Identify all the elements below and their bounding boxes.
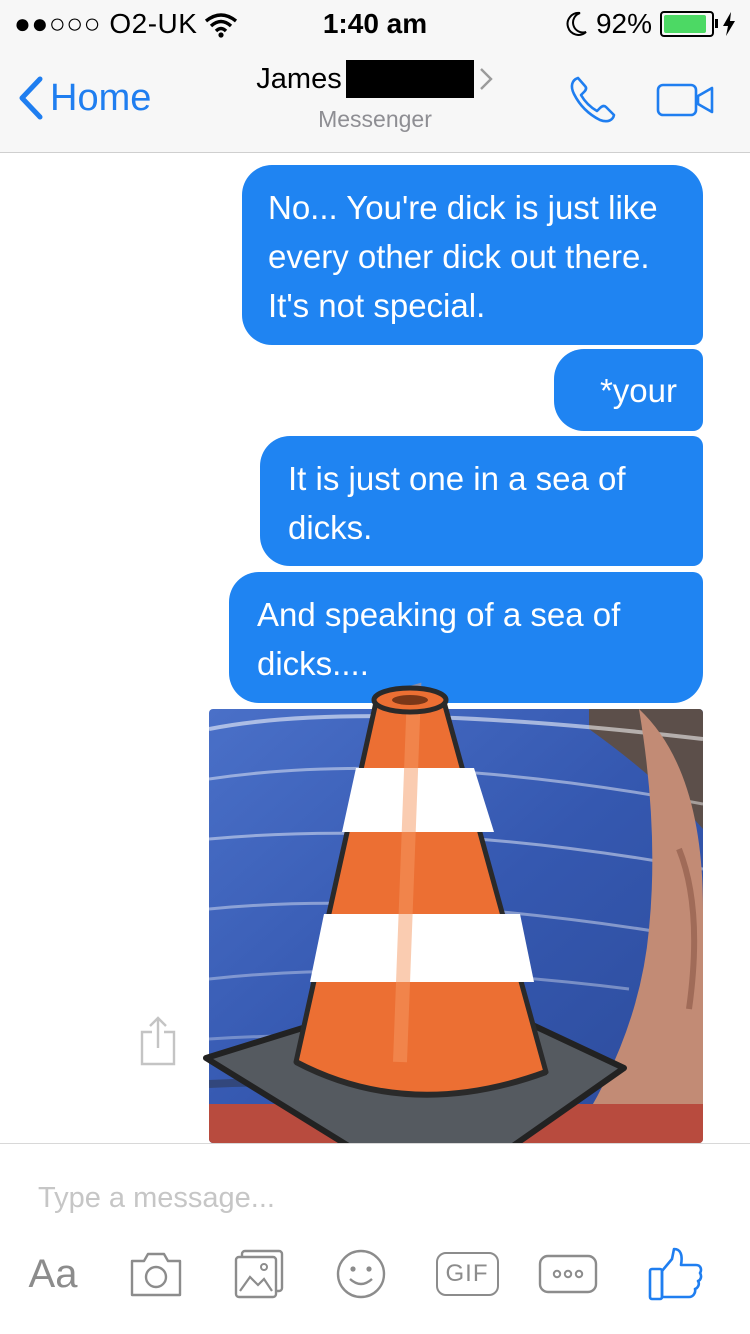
message-bubble[interactable]: *your [554, 349, 703, 431]
phone-icon[interactable] [566, 74, 618, 126]
message-composer: Type a message... Aa GIF [0, 1143, 750, 1334]
share-icon[interactable] [138, 1014, 178, 1066]
message-input[interactable]: Type a message... [38, 1182, 275, 1215]
contact-name: James [256, 62, 342, 95]
gif-button[interactable]: GIF [434, 1244, 500, 1304]
battery-level [664, 15, 706, 33]
conversation-title[interactable]: James Messenger [0, 60, 750, 133]
video-camera-icon[interactable] [656, 80, 716, 120]
battery-percent: 92% [595, 8, 652, 39]
message-bubble[interactable]: It is just one in a sea of dicks. [260, 436, 703, 566]
message-bubble[interactable]: No... You're dick is just like every oth… [242, 165, 703, 345]
status-right: 92% [564, 8, 736, 40]
traffic-cone-sticker [203, 682, 627, 1202]
camera-icon[interactable] [126, 1244, 186, 1304]
conversation-header: Home James Messenger [0, 48, 750, 153]
battery-icon [660, 11, 718, 37]
composer-toolbar: Aa GIF [0, 1244, 750, 1314]
moon-icon [566, 11, 587, 36]
status-bar: ●●○○○ O2-UK 1:40 am 92% [0, 0, 750, 48]
redacted-surname [345, 60, 474, 98]
thumbs-up-icon[interactable] [646, 1244, 704, 1304]
charging-icon [723, 12, 735, 36]
text-format-button[interactable]: Aa [20, 1244, 86, 1304]
gif-label: GIF [435, 1252, 499, 1296]
gallery-icon[interactable] [232, 1244, 286, 1304]
emoji-icon[interactable] [334, 1244, 388, 1304]
more-icon[interactable] [538, 1244, 598, 1304]
conversation-subtitle: Messenger [318, 106, 432, 132]
chevron-right-icon [479, 68, 493, 90]
